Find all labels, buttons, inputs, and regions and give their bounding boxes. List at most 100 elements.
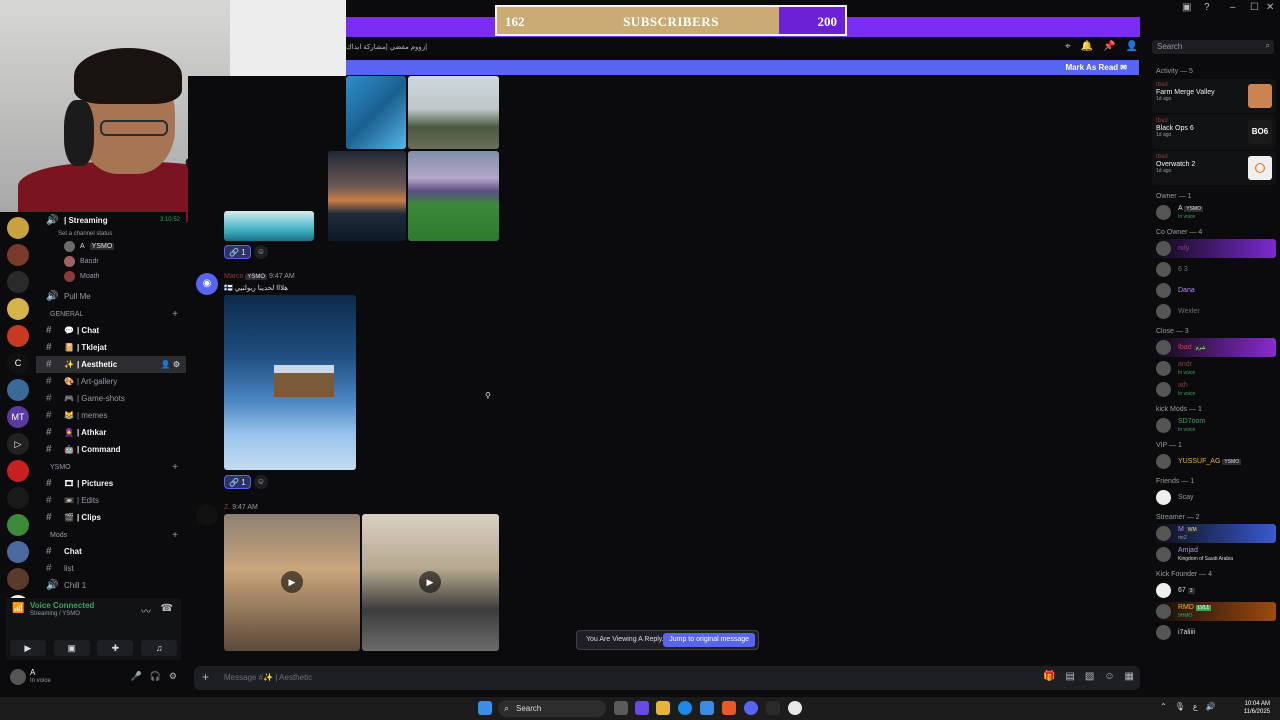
member-row[interactable]: RMD LVL1 9HMO: [1148, 601, 1280, 622]
avatar[interactable]: ◉: [196, 273, 218, 295]
chrome-icon[interactable]: [788, 701, 802, 715]
copilot-icon[interactable]: [635, 701, 649, 715]
settings-icon[interactable]: ⚙: [169, 671, 177, 682]
server-icon[interactable]: [7, 325, 29, 347]
minimize-button[interactable]: –: [1230, 2, 1236, 13]
channel-chat[interactable]: # 💬 | Chat: [36, 322, 186, 339]
channel-edits[interactable]: # 📼 | Edits: [36, 492, 186, 509]
add-reaction-button[interactable]: ☺: [254, 475, 268, 489]
category-mods[interactable]: Mods +: [36, 526, 186, 543]
member-row[interactable]: Amjad Kingdom of Saudi Arabia: [1148, 544, 1280, 565]
activity-card[interactable]: Ibad Black Ops 6 1d ago BO6: [1152, 115, 1276, 149]
member-row[interactable]: SD7oom In voice: [1148, 415, 1280, 436]
channel-list[interactable]: # list: [36, 560, 186, 577]
member-row[interactable]: YUSSUF_AG YSMO: [1148, 451, 1280, 472]
server-icon[interactable]: [7, 460, 29, 482]
disconnect-icon[interactable]: ☎: [161, 603, 173, 614]
message-author[interactable]: Z.: [224, 504, 230, 511]
play-icon[interactable]: ▶: [281, 571, 303, 593]
member-row[interactable]: ndy: [1148, 238, 1280, 259]
inbox-icon[interactable]: ▣: [1182, 2, 1191, 13]
close-button[interactable]: ✕: [1266, 2, 1274, 13]
member-row[interactable]: A YSMO In voice: [1148, 202, 1280, 223]
noise-suppression-icon[interactable]: 〰: [141, 603, 151, 618]
obs-icon[interactable]: [766, 701, 780, 715]
brave-icon[interactable]: [722, 701, 736, 715]
image-attachment[interactable]: [408, 151, 499, 241]
message-composer[interactable]: + Message #✨ | Aesthetic 🎁 ▤ ▧ ☺ ▦: [194, 666, 1140, 690]
gif-icon[interactable]: ▤: [1065, 671, 1074, 682]
server-icon[interactable]: [7, 379, 29, 401]
apps-icon[interactable]: ▦: [1125, 671, 1134, 682]
gift-icon[interactable]: 🎁: [1043, 671, 1055, 682]
threads-icon[interactable]: ⌖: [1065, 41, 1071, 52]
channel-aesthetic[interactable]: # ✨ | Aesthetic 👤 ⚙: [36, 356, 186, 373]
member-row[interactable]: Dana: [1148, 280, 1280, 301]
server-icon[interactable]: [7, 568, 29, 590]
voice-user[interactable]: Bandr: [36, 254, 186, 269]
taskbar-search[interactable]: ⌕ Search: [498, 700, 606, 717]
channel-settings-icon[interactable]: 👤 ⚙: [161, 356, 180, 373]
member-row[interactable]: 67 3: [1148, 580, 1280, 601]
camera-icon[interactable]: ▶: [9, 640, 46, 656]
image-attachment[interactable]: [408, 76, 499, 149]
bell-icon[interactable]: 🔔: [1081, 41, 1093, 52]
activity-card[interactable]: Ibad Farm Merge Valley 1d ago: [1152, 79, 1276, 113]
edge-icon[interactable]: [678, 701, 692, 715]
image-attachment[interactable]: [224, 295, 356, 470]
channel-mods-chat[interactable]: # Chat: [36, 543, 186, 560]
store-icon[interactable]: [700, 701, 714, 715]
channel-command[interactable]: # 🤖 | Command: [36, 441, 186, 458]
file-explorer-icon[interactable]: [656, 701, 670, 715]
voice-user[interactable]: A YSMO: [36, 239, 186, 254]
tray-chevron-icon[interactable]: ⌃: [1160, 702, 1167, 711]
server-icon[interactable]: [7, 217, 29, 239]
channel-tklejat[interactable]: # 📔 | Tklejat: [36, 339, 186, 356]
activity-header[interactable]: Activity — 5: [1148, 62, 1280, 77]
message-author[interactable]: Marco: [224, 273, 243, 280]
server-icon[interactable]: [7, 298, 29, 320]
reaction-pill[interactable]: 🔗 1: [224, 475, 251, 489]
pin-icon[interactable]: 📌: [1103, 41, 1115, 52]
clock[interactable]: 10:04 AM 11/6/2025: [1244, 700, 1270, 716]
reaction-pill[interactable]: 🔗 1: [224, 245, 251, 259]
channel-pull-me[interactable]: 🔊 Pull Me: [36, 288, 186, 305]
headphones-icon[interactable]: 🎧: [150, 671, 161, 682]
member-row[interactable]: Wexler: [1148, 301, 1280, 322]
activity-card[interactable]: Ibad Overwatch 2 1d ago ⭘: [1152, 151, 1276, 185]
channel-clips[interactable]: # 🎬 | Clips: [36, 509, 186, 526]
search-input[interactable]: Search ⌕: [1152, 40, 1274, 54]
member-row[interactable]: 6 3: [1148, 259, 1280, 280]
channel-pictures[interactable]: # 🎞 | Pictures: [36, 475, 186, 492]
channel-streaming[interactable]: 🔊 | Streaming 3:10:52: [36, 212, 186, 229]
mark-as-read-bar[interactable]: Mark As Read ✉: [346, 60, 1139, 75]
maximize-button[interactable]: ☐: [1250, 2, 1259, 13]
category-general[interactable]: GENERAL +: [36, 305, 186, 322]
emoji-icon[interactable]: ☺: [1104, 671, 1114, 682]
language-indicator[interactable]: ع: [1193, 702, 1198, 711]
jump-to-original-button[interactable]: Jump to original message: [663, 633, 755, 647]
windows-start-icon[interactable]: [478, 701, 492, 715]
server-icon[interactable]: [7, 271, 29, 293]
task-view-icon[interactable]: [614, 701, 628, 715]
category-ysmo[interactable]: YSMO +: [36, 458, 186, 475]
activities-icon[interactable]: ✚: [97, 640, 134, 656]
member-row[interactable]: Scay: [1148, 487, 1280, 508]
mic-tray-icon[interactable]: 🎙: [1175, 702, 1185, 711]
add-reaction-button[interactable]: ☺: [254, 245, 268, 259]
member-row[interactable]: ath In voice: [1148, 379, 1280, 400]
soundboard-icon[interactable]: ♫: [141, 640, 178, 656]
member-row[interactable]: i7aliiii: [1148, 622, 1280, 643]
server-icon[interactable]: ▷: [7, 433, 29, 455]
server-icon[interactable]: [7, 487, 29, 509]
member-row[interactable]: Ibad شرم: [1148, 337, 1280, 358]
image-attachment[interactable]: [328, 151, 406, 241]
channel-chill[interactable]: 🔊 Chill 1: [36, 577, 186, 594]
play-icon[interactable]: ▶: [419, 571, 441, 593]
server-icon[interactable]: [7, 244, 29, 266]
server-icon[interactable]: [7, 541, 29, 563]
server-icon[interactable]: MT: [7, 406, 29, 428]
avatar[interactable]: [10, 669, 26, 685]
video-attachment[interactable]: ▶: [362, 514, 499, 651]
member-row[interactable]: andr In voice: [1148, 358, 1280, 379]
